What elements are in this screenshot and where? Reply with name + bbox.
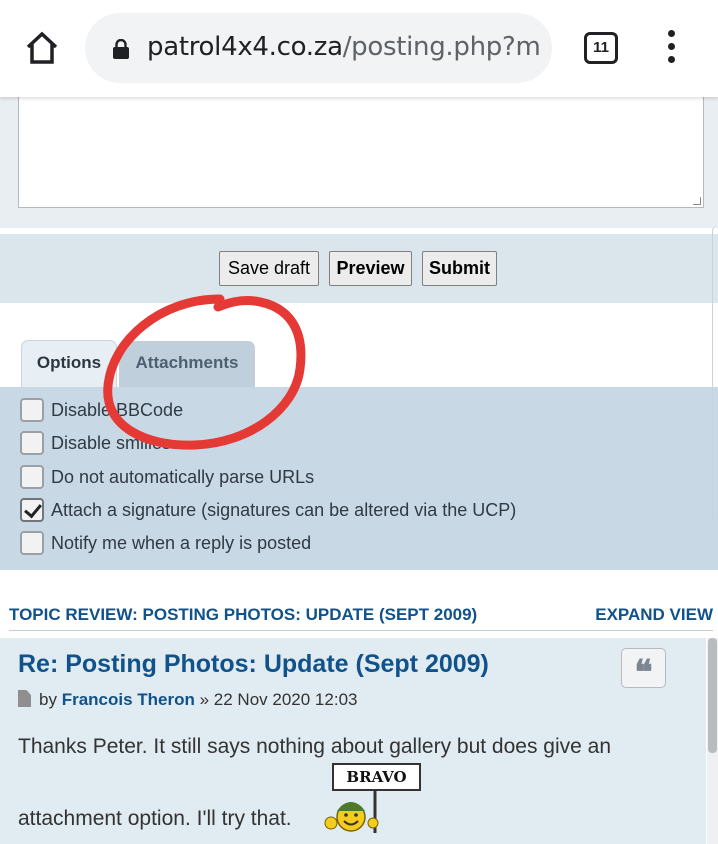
address-bar[interactable]: patrol4x4.co.za/posting.php?m — [85, 13, 552, 83]
tab-switcher-button[interactable]: 11 — [584, 32, 618, 64]
post-by: by — [39, 690, 57, 709]
quote-button[interactable]: ❝ — [621, 648, 666, 693]
expand-view-link[interactable]: EXPAND VIEW — [595, 605, 713, 625]
smiley-icon — [324, 791, 379, 833]
option-label: Notify me when a reply is posted — [51, 533, 312, 553]
option-label: Disable smilies — [51, 433, 172, 453]
page-content: Save draft Preview Submit Options Attach… — [0, 97, 718, 844]
more-menu-icon[interactable] — [662, 30, 680, 66]
save-draft-button[interactable]: Save draft — [219, 251, 319, 286]
option-label: Attach a signature (signatures can be al… — [51, 500, 517, 520]
topic-review-title: TOPIC REVIEW: POSTING PHOTOS: UPDATE (SE… — [9, 605, 478, 624]
post-file-icon — [18, 690, 31, 707]
options-panel: Disable BBCode Disable smilies Do not au… — [0, 387, 718, 570]
resize-handle[interactable] — [693, 197, 701, 205]
post-author[interactable]: Francois Theron — [62, 690, 195, 709]
tab-options[interactable]: Options — [21, 340, 117, 388]
lock-icon — [113, 39, 129, 59]
post-scrollbar[interactable] — [707, 638, 718, 844]
url-path: /posting.php?m — [342, 32, 541, 62]
post: Re: Posting Photos: Update (Sept 2009) ❝… — [0, 638, 706, 844]
url-text: patrol4x4.co.za/posting.php?m — [147, 32, 541, 62]
checkbox[interactable] — [20, 465, 44, 489]
home-icon[interactable] — [22, 28, 62, 68]
bravo-smiley: BRAVO — [323, 763, 423, 833]
checkbox[interactable] — [20, 398, 44, 422]
checkbox-checked[interactable] — [20, 498, 44, 522]
preview-button[interactable]: Preview — [329, 251, 412, 286]
post-meta: by Francois Theron » 22 Nov 2020 12:03 — [18, 690, 357, 710]
tab-attachments[interactable]: Attachments — [119, 341, 255, 387]
submit-button[interactable]: Submit — [422, 251, 497, 286]
panel-edge — [712, 225, 718, 525]
post-date: » 22 Nov 2020 12:03 — [199, 690, 358, 709]
submit-buttons-bar: Save draft Preview Submit — [0, 234, 718, 303]
checkbox[interactable] — [20, 431, 44, 455]
post-title[interactable]: Re: Posting Photos: Update (Sept 2009) — [18, 650, 489, 679]
message-textarea[interactable] — [18, 97, 704, 208]
post-body-line-1: Thanks Peter. It still says nothing abou… — [18, 735, 612, 758]
post-body-line-2: attachment option. I'll try that. — [18, 807, 292, 830]
scroll-thumb[interactable] — [708, 638, 717, 753]
option-label: Do not automatically parse URLs — [51, 467, 315, 487]
url-host: patrol4x4.co.za — [147, 32, 343, 62]
editor-area — [0, 97, 718, 228]
browser-toolbar: patrol4x4.co.za/posting.php?m 11 — [0, 0, 718, 97]
checkbox[interactable] — [20, 531, 44, 555]
topic-review-header: TOPIC REVIEW: POSTING PHOTOS: UPDATE (SE… — [9, 605, 713, 631]
option-label: Disable BBCode — [51, 400, 184, 420]
